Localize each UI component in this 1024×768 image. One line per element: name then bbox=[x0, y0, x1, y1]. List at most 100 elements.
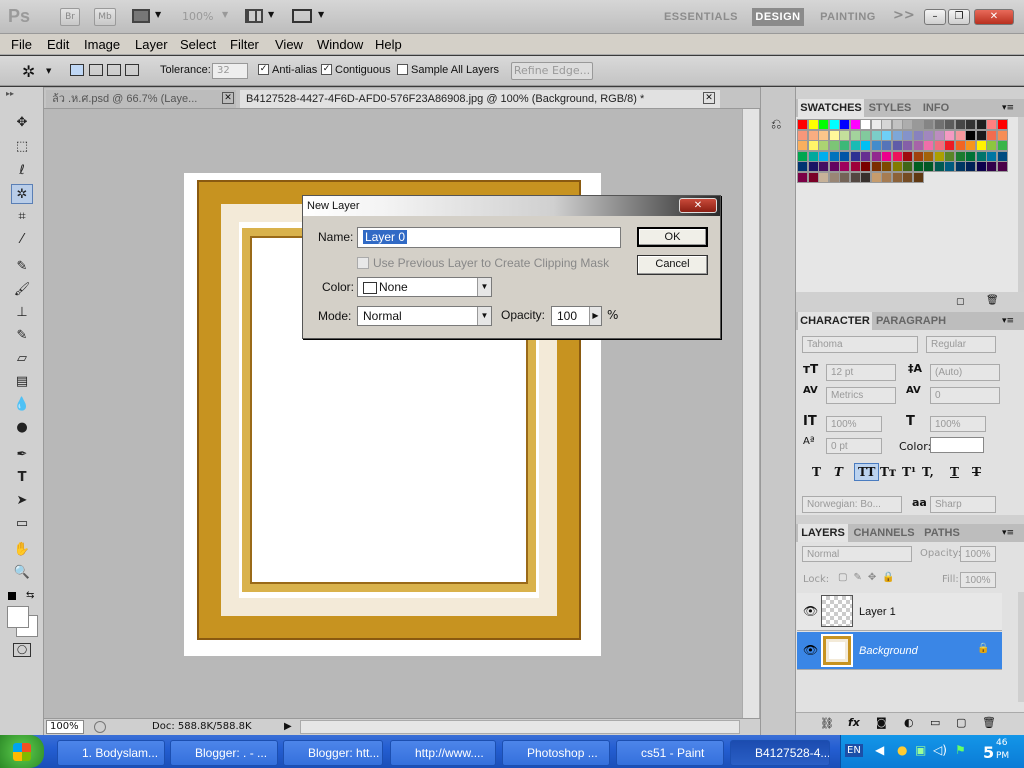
color-select[interactable]: None ▼ bbox=[357, 277, 492, 297]
swatch[interactable] bbox=[986, 119, 997, 130]
tab-swatches[interactable]: SWATCHES bbox=[798, 99, 864, 117]
swatch[interactable] bbox=[839, 161, 850, 172]
pen-tool-icon[interactable]: ✒ bbox=[11, 445, 33, 465]
swatch[interactable] bbox=[818, 171, 829, 183]
new-swatch-icon[interactable]: ▢ bbox=[956, 297, 965, 307]
default-colors-icon[interactable] bbox=[8, 592, 16, 600]
menu-view[interactable]: View bbox=[275, 37, 303, 52]
swatch[interactable] bbox=[975, 140, 987, 151]
menu-help[interactable]: Help bbox=[375, 37, 402, 52]
menu-image[interactable]: Image bbox=[84, 37, 120, 52]
swatch[interactable] bbox=[944, 161, 955, 172]
chevron-down-icon[interactable]: ▼ bbox=[268, 10, 274, 19]
contiguous-checkbox[interactable]: ✓ bbox=[321, 64, 332, 75]
swatch[interactable] bbox=[870, 150, 882, 162]
workspace-design[interactable]: DESIGN bbox=[752, 8, 804, 26]
swatch[interactable] bbox=[860, 171, 871, 183]
start-button[interactable] bbox=[0, 735, 44, 768]
chevron-left-icon[interactable]: ◀ bbox=[875, 743, 884, 757]
small-caps-button[interactable]: Tᴛ bbox=[880, 465, 896, 479]
collapse-icon[interactable]: ▸▸ bbox=[6, 89, 14, 98]
close-tab-icon[interactable]: ✕ bbox=[222, 92, 234, 104]
baseline-shift-input[interactable]: 0 pt bbox=[826, 438, 882, 454]
language-select[interactable]: Norwegian: Bo... bbox=[802, 496, 902, 513]
swatch[interactable] bbox=[870, 171, 882, 183]
clipping-checkbox[interactable] bbox=[357, 257, 369, 269]
swatch[interactable] bbox=[944, 140, 955, 151]
mini-bridge-button[interactable]: Mb bbox=[94, 8, 116, 26]
swatches-scrollbar[interactable] bbox=[1018, 117, 1024, 292]
visibility-eye-icon[interactable]: 👁 bbox=[803, 643, 818, 657]
swatch[interactable] bbox=[933, 150, 945, 162]
restore-button[interactable]: ❐ bbox=[948, 9, 970, 25]
cancel-button[interactable]: Cancel bbox=[637, 255, 708, 275]
swatch[interactable] bbox=[881, 129, 892, 141]
taskbar-item-2[interactable]: Blogger: . - ... bbox=[170, 740, 278, 766]
tracking-select[interactable]: 0 bbox=[930, 387, 1000, 404]
kerning-select[interactable]: Metrics bbox=[826, 387, 896, 404]
panel-menu-icon[interactable]: ▾≡ bbox=[1002, 103, 1014, 113]
taskbar-item-5[interactable]: Photoshop ... bbox=[502, 740, 610, 766]
swatch[interactable] bbox=[933, 140, 945, 151]
taskbar-item-4[interactable]: http://www.... bbox=[390, 740, 496, 766]
chevron-down-icon[interactable]: ▼ bbox=[318, 10, 324, 19]
swatch[interactable] bbox=[807, 150, 819, 162]
swatch[interactable] bbox=[818, 119, 829, 130]
healing-brush-tool-icon[interactable]: ✎ bbox=[11, 257, 33, 277]
swatch[interactable] bbox=[881, 140, 892, 151]
menu-filter[interactable]: Filter bbox=[230, 37, 259, 52]
workspace-painting[interactable]: PAINTING bbox=[814, 8, 882, 26]
group-icon[interactable]: ▭ bbox=[930, 716, 940, 729]
tab-styles[interactable]: STYLES bbox=[866, 99, 914, 117]
new-layer-icon[interactable]: ▢ bbox=[956, 716, 966, 729]
swatch[interactable] bbox=[828, 150, 840, 162]
swatch[interactable] bbox=[933, 161, 945, 172]
swatch[interactable] bbox=[902, 150, 913, 162]
swatch[interactable] bbox=[839, 119, 850, 130]
vertical-scale-input[interactable]: 100% bbox=[826, 416, 882, 432]
swatch[interactable] bbox=[860, 161, 871, 172]
name-field[interactable]: Layer 0 bbox=[357, 227, 621, 248]
faux-bold-button[interactable]: T bbox=[812, 465, 821, 479]
underline-button[interactable]: T bbox=[950, 465, 959, 479]
history-panel-icon[interactable]: ⎌ bbox=[771, 117, 787, 133]
clock-hour[interactable]: 5 bbox=[983, 743, 994, 762]
chevron-down-icon[interactable]: ▼ bbox=[222, 10, 228, 19]
chevron-down-icon[interactable]: ▼ bbox=[155, 10, 161, 19]
arrange-documents-icon[interactable] bbox=[245, 9, 263, 23]
status-icon[interactable] bbox=[94, 721, 106, 733]
marquee-tool-icon[interactable]: ⬚ bbox=[11, 137, 33, 157]
volume-icon[interactable]: ◁) bbox=[933, 743, 947, 757]
swatch[interactable] bbox=[797, 119, 808, 130]
swatch[interactable] bbox=[902, 171, 913, 183]
swatch[interactable] bbox=[923, 161, 934, 172]
workspace-essentials[interactable]: ESSENTIALS bbox=[660, 8, 742, 26]
swatch[interactable] bbox=[986, 140, 997, 151]
opacity-input[interactable]: 100 ▶ bbox=[551, 306, 602, 326]
swatch[interactable] bbox=[828, 129, 840, 141]
screen-mode-icon[interactable] bbox=[292, 9, 312, 23]
zoom-level[interactable]: 100% bbox=[182, 10, 213, 23]
swatch[interactable] bbox=[923, 140, 934, 151]
network-icon[interactable]: ▣ bbox=[915, 743, 926, 757]
taskbar-item-7[interactable]: B4127528-4... bbox=[730, 740, 830, 766]
taskbar-item-3[interactable]: Blogger: htt... bbox=[283, 740, 383, 766]
swatch[interactable] bbox=[912, 161, 924, 172]
link-layers-icon[interactable]: ⛓ bbox=[820, 717, 834, 730]
chevron-right-icon[interactable]: ▶ bbox=[589, 307, 601, 325]
menu-file[interactable]: File bbox=[11, 37, 32, 52]
swatch[interactable] bbox=[965, 161, 976, 172]
swatch[interactable] bbox=[807, 161, 819, 172]
zoom-input[interactable]: 100% bbox=[46, 720, 84, 734]
swatch[interactable] bbox=[849, 119, 861, 130]
swatch[interactable] bbox=[839, 140, 850, 151]
swatch[interactable] bbox=[923, 119, 934, 130]
new-selection-icon[interactable] bbox=[70, 64, 84, 76]
blend-mode-select[interactable]: Normal bbox=[802, 546, 912, 562]
hand-tool-icon[interactable]: ✋ bbox=[11, 540, 33, 560]
font-family-select[interactable]: Tahoma bbox=[802, 336, 918, 353]
close-window-button[interactable]: ✕ bbox=[974, 9, 1014, 25]
swatch[interactable] bbox=[933, 119, 945, 130]
font-style-select[interactable]: Regular bbox=[926, 336, 996, 353]
tab-character[interactable]: CHARACTER bbox=[798, 312, 872, 330]
